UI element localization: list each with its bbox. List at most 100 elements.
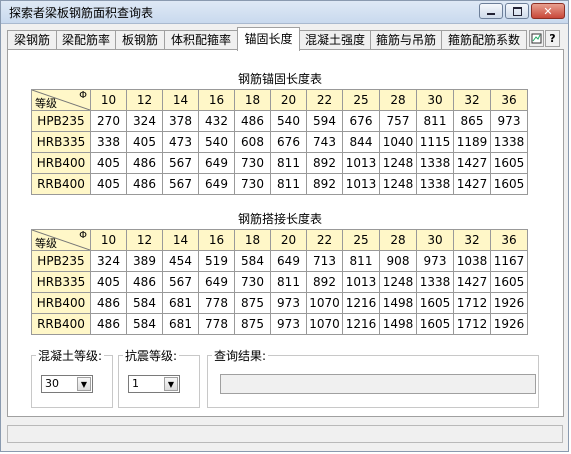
value-cell: 567 xyxy=(162,271,199,293)
value-cell: 1498 xyxy=(379,292,417,314)
table-row: RRB400 405 486 567 649 730 811 892 1013 1248 1338 1… xyxy=(31,173,528,195)
value-cell: 405 xyxy=(90,173,127,195)
value-cell: 540 xyxy=(270,110,307,132)
value-cell: 676 xyxy=(270,131,307,153)
minimize-button[interactable] xyxy=(479,3,503,19)
tab-strip: 梁钢筋 梁配筋率 板钢筋 体积配箍率 锚固长度 混凝土强度 箍筋与吊筋 箍筋配筋… xyxy=(7,27,567,51)
tab-panel-anchor-length: 钢筋锚固长度表 等级 Φ 10 12 14 16 18 20 22 25 28 30 32 36 HP… xyxy=(7,49,564,417)
chevron-down-icon[interactable]: ▼ xyxy=(77,377,91,391)
grade-label: 等级 xyxy=(35,237,57,250)
seismic-grade-label: 抗震等级: xyxy=(123,347,180,364)
lap-length-table: 等级 Φ 10 12 14 16 18 20 22 25 28 30 32 36 HPB235 324 3… xyxy=(31,229,528,335)
value-cell: 1427 xyxy=(453,173,491,195)
grade-cell: HRB335 xyxy=(31,131,91,153)
tab-label: 混凝土强度 xyxy=(304,33,365,47)
value-cell: 1605 xyxy=(490,271,528,293)
value-cell: 811 xyxy=(342,250,380,272)
minimize-icon xyxy=(487,13,495,15)
tab-label: 梁钢筋 xyxy=(13,33,50,47)
maximize-icon xyxy=(512,6,522,16)
value-cell: 973 xyxy=(270,313,307,335)
tab-beam-rebar[interactable]: 梁钢筋 xyxy=(7,30,57,50)
value-cell: 1070 xyxy=(306,313,343,335)
anchor-table-title: 钢筋锚固长度表 xyxy=(237,72,322,86)
value-cell: 584 xyxy=(126,313,163,335)
value-cell: 1013 xyxy=(342,271,380,293)
value-cell: 1338 xyxy=(416,271,454,293)
tab-label: 箍筋配筋系数 xyxy=(447,33,520,47)
value-cell: 811 xyxy=(270,271,307,293)
tab-label: 箍筋与吊筋 xyxy=(375,33,436,47)
value-cell: 324 xyxy=(90,250,127,272)
concrete-grade-value: 30 xyxy=(45,377,59,390)
value-cell: 649 xyxy=(198,152,235,174)
value-cell: 649 xyxy=(270,250,307,272)
value-cell: 1070 xyxy=(306,292,343,314)
value-cell: 389 xyxy=(126,250,163,272)
value-cell: 567 xyxy=(162,173,199,195)
value-cell: 730 xyxy=(234,152,271,174)
value-cell: 1338 xyxy=(490,131,528,153)
value-cell: 811 xyxy=(270,173,307,195)
value-cell: 486 xyxy=(234,110,271,132)
table-header-row: 等级 Φ 10 12 14 16 18 20 22 25 28 30 32 36 xyxy=(31,89,528,111)
tab-volume-stirrup[interactable]: 体积配箍率 xyxy=(164,30,238,50)
value-cell: 681 xyxy=(162,313,199,335)
grade-cell: HRB400 xyxy=(31,152,91,174)
close-icon: ✕ xyxy=(543,4,553,18)
table-header-row: 等级 Φ 10 12 14 16 18 20 22 25 28 30 32 36 xyxy=(31,229,528,251)
diameter-header-cell: 10 xyxy=(90,89,127,111)
value-cell: 875 xyxy=(234,292,271,314)
table-row: HRB335 405 486 567 649 730 811 892 1013 1248 1338 1… xyxy=(31,271,528,293)
maximize-button[interactable] xyxy=(505,3,529,19)
seismic-grade-group: 抗震等级: 1 ▼ xyxy=(118,347,200,408)
chart-icon[interactable] xyxy=(529,30,544,47)
value-cell: 584 xyxy=(126,292,163,314)
tab-anchor-length[interactable]: 锚固长度 xyxy=(237,27,300,51)
value-cell: 681 xyxy=(162,292,199,314)
value-cell: 1338 xyxy=(416,152,454,174)
diameter-header-cell: 36 xyxy=(490,89,528,111)
value-cell: 676 xyxy=(342,110,380,132)
tab-stirrup-hanger[interactable]: 箍筋与吊筋 xyxy=(370,30,442,50)
tab-stirrup-coef[interactable]: 箍筋配筋系数 xyxy=(441,30,527,50)
diameter-header-cell: 16 xyxy=(198,89,235,111)
concrete-grade-select[interactable]: 30 ▼ xyxy=(41,375,93,393)
tab-concrete-strength[interactable]: 混凝土强度 xyxy=(299,30,371,50)
value-cell: 1605 xyxy=(490,152,528,174)
value-cell: 540 xyxy=(198,131,235,153)
seismic-grade-select[interactable]: 1 ▼ xyxy=(128,375,180,393)
value-cell: 378 xyxy=(162,110,199,132)
diameter-header-cell: 18 xyxy=(234,89,271,111)
table-row: HPB235 324 389 454 519 584 649 713 811 908 973 1038… xyxy=(31,250,528,272)
diameter-header-cell: 36 xyxy=(490,229,528,251)
value-cell: 405 xyxy=(126,131,163,153)
close-button[interactable]: ✕ xyxy=(531,3,565,19)
query-result-label: 查询结果: xyxy=(212,347,269,364)
tab-label: 板钢筋 xyxy=(121,33,158,47)
value-cell: 1189 xyxy=(453,131,491,153)
diameter-header-cell: 12 xyxy=(126,89,163,111)
diameter-header-cell: 20 xyxy=(270,89,307,111)
value-cell: 1248 xyxy=(379,152,417,174)
value-cell: 1427 xyxy=(453,152,491,174)
diameter-header-cell: 22 xyxy=(306,89,343,111)
value-cell: 844 xyxy=(342,131,380,153)
tab-beam-ratio[interactable]: 梁配筋率 xyxy=(56,30,116,50)
value-cell: 338 xyxy=(90,131,127,153)
table-row: HRB335 338 405 473 540 608 676 743 844 1040 1115 11… xyxy=(31,131,528,153)
diameter-header-cell: 25 xyxy=(342,89,380,111)
value-cell: 486 xyxy=(126,173,163,195)
help-icon[interactable]: ? xyxy=(545,30,560,47)
concrete-grade-label: 混凝土等级: xyxy=(36,347,105,364)
tab-label: 梁配筋率 xyxy=(61,33,110,47)
value-cell: 567 xyxy=(162,152,199,174)
value-cell: 1013 xyxy=(342,152,380,174)
chevron-down-icon[interactable]: ▼ xyxy=(164,377,178,391)
app-window: 探索者梁板钢筋面积查询表 ✕ 梁钢筋 梁配筋率 板钢筋 体积配箍率 锚固长度 混… xyxy=(0,0,569,452)
table-row: HPB235 270 324 378 432 486 540 594 676 757 811 865 9… xyxy=(31,110,528,132)
value-cell: 1926 xyxy=(490,313,528,335)
value-cell: 1216 xyxy=(342,313,380,335)
tab-slab-rebar[interactable]: 板钢筋 xyxy=(115,30,165,50)
value-cell: 1498 xyxy=(379,313,417,335)
